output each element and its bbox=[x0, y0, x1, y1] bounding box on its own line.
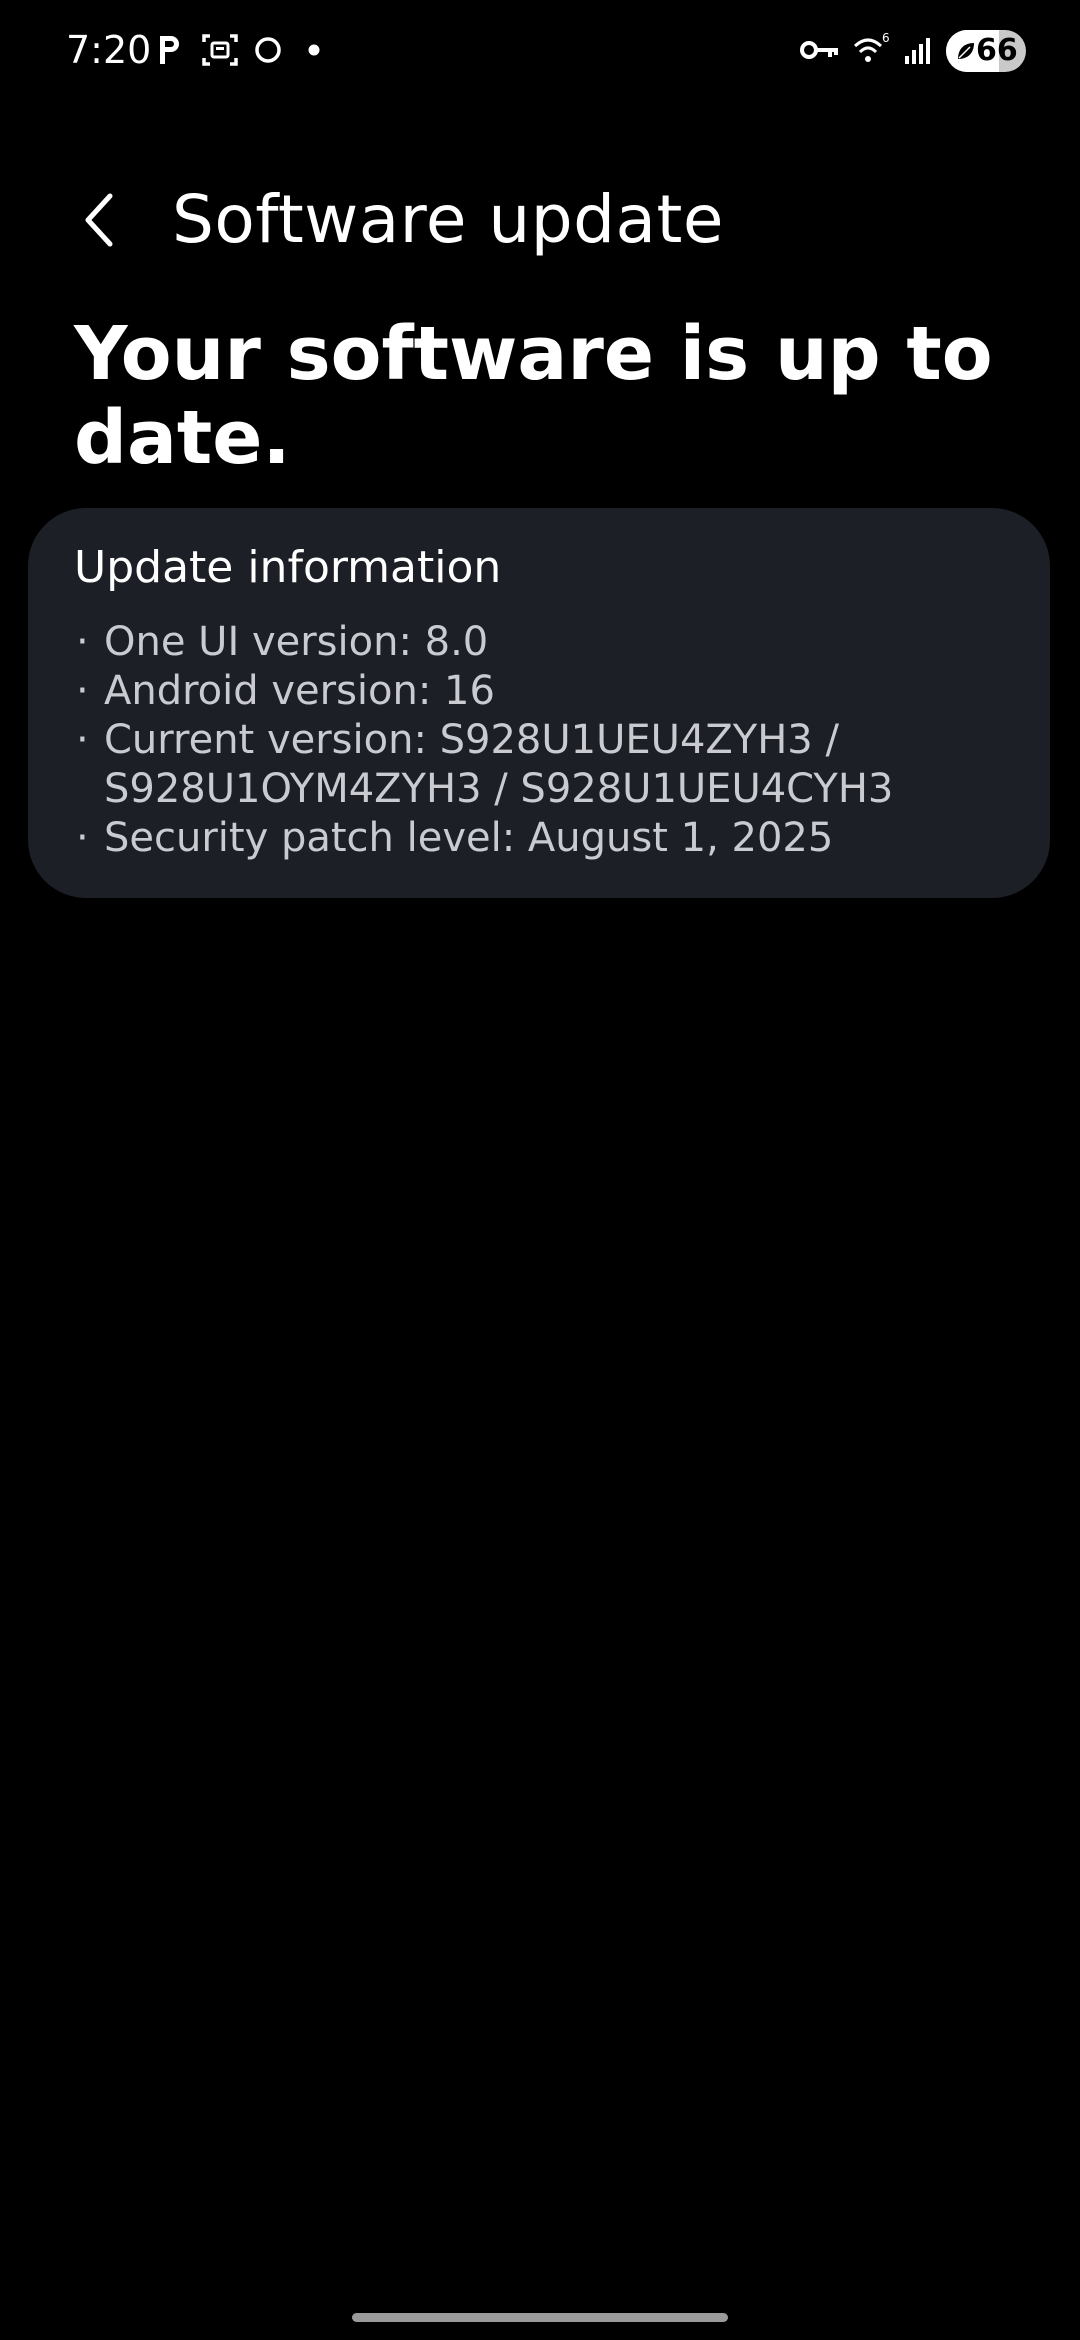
battery-level: 66 bbox=[976, 33, 1018, 68]
info-text: One UI version: 8.0 bbox=[104, 619, 489, 665]
info-text: Current version: S928U1UEU4ZYH3 / S928U1… bbox=[104, 717, 894, 812]
update-info-title: Update information bbox=[74, 542, 502, 593]
info-item-current-version: · Current version: S928U1UEU4ZYH3 / S928… bbox=[76, 716, 1016, 814]
vpn-key-icon bbox=[800, 41, 838, 59]
notification-dot-icon bbox=[308, 44, 320, 56]
status-time: 7:20 bbox=[66, 28, 152, 72]
update-info-card: Update information · One UI version: 8.0… bbox=[28, 508, 1050, 898]
gesture-navigation-bar[interactable] bbox=[352, 2313, 728, 2322]
screenshot-scan-icon bbox=[202, 34, 238, 66]
page-title: Software update bbox=[172, 181, 724, 258]
info-item-one-ui-version: · One UI version: 8.0 bbox=[76, 618, 1016, 667]
circle-icon bbox=[255, 37, 281, 63]
bullet: · bbox=[76, 668, 89, 714]
power-saving-leaf-icon bbox=[958, 43, 974, 59]
svg-text:6: 6 bbox=[882, 31, 890, 45]
info-item-security-patch: · Security patch level: August 1, 2025 bbox=[76, 814, 1016, 863]
chevron-left-icon bbox=[85, 193, 113, 247]
bullet: · bbox=[76, 815, 89, 861]
parking-icon bbox=[160, 36, 179, 64]
info-item-android-version: · Android version: 16 bbox=[76, 667, 1016, 716]
update-info-list: · One UI version: 8.0 · Android version:… bbox=[76, 618, 1016, 863]
info-text: Security patch level: August 1, 2025 bbox=[104, 815, 834, 861]
bullet: · bbox=[76, 619, 89, 665]
status-bar: 7:20 6 66 bbox=[0, 0, 1080, 100]
back-button[interactable] bbox=[60, 180, 140, 260]
status-headline: Your software is up to date. bbox=[74, 311, 993, 481]
signal-bars-icon bbox=[905, 38, 930, 64]
battery-indicator: 66 bbox=[946, 30, 1026, 72]
wifi-6-icon: 6 bbox=[853, 31, 890, 62]
bullet: · bbox=[76, 717, 89, 763]
info-text: Android version: 16 bbox=[104, 668, 495, 714]
